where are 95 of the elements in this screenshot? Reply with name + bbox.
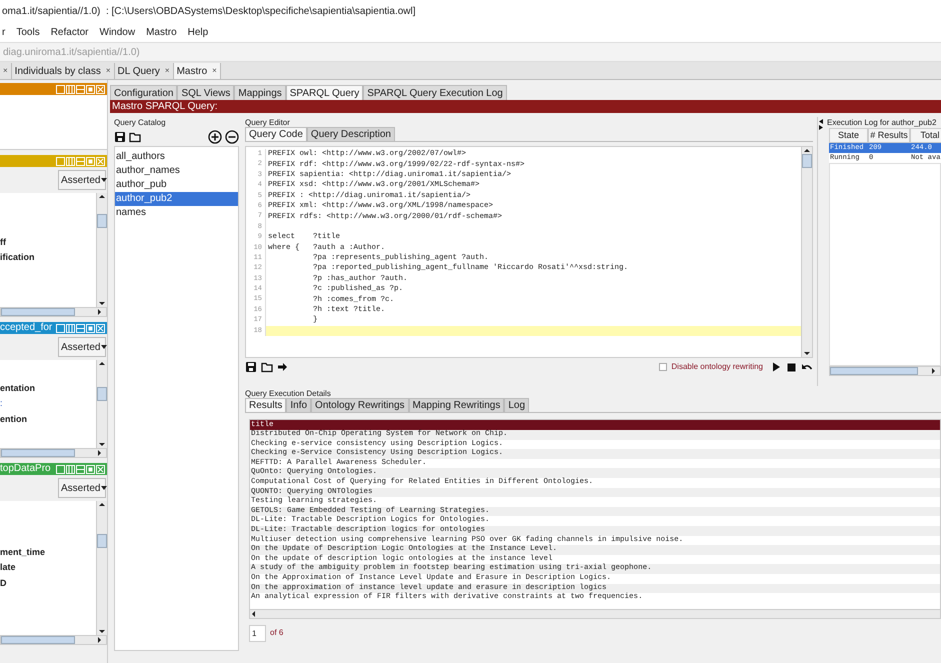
tab[interactable]: Configuration: [110, 85, 178, 100]
save-icon[interactable]: [245, 361, 257, 373]
scrollbar-thumb[interactable]: [97, 214, 107, 228]
run-arrow-icon[interactable]: [277, 361, 288, 373]
tab[interactable]: Info: [286, 398, 312, 412]
scroll-up-icon[interactable]: [98, 501, 106, 508]
tree-item[interactable]: ention: [0, 412, 96, 426]
scrollbar-thumb[interactable]: [830, 367, 918, 375]
panel-title: topDataPro: [0, 463, 52, 475]
dropdown-caret-icon[interactable]: [100, 343, 108, 351]
menu-item[interactable]: Help: [188, 24, 208, 40]
view-dropdown[interactable]: Asserted: [58, 170, 106, 190]
list-item[interactable]: all_authors: [115, 150, 238, 164]
tab[interactable]: Results: [245, 398, 286, 412]
tree-item[interactable]: late: [0, 561, 96, 575]
folder-icon[interactable]: [261, 361, 273, 373]
scrollbar-thumb[interactable]: [1, 308, 74, 316]
close-icon[interactable]: ×: [164, 65, 170, 77]
tree-item[interactable]: D: [0, 576, 96, 590]
close-icon[interactable]: ×: [106, 65, 110, 77]
tab[interactable]: SPARQL Query: [286, 85, 364, 100]
list-item[interactable]: author_pub2: [115, 192, 238, 206]
menu-item[interactable]: Tools: [16, 24, 40, 40]
splitter-arrows-icon[interactable]: [818, 119, 824, 130]
column-header[interactable]: # Results: [868, 128, 910, 143]
vertical-scrollbar[interactable]: [801, 147, 812, 357]
list-item[interactable]: author_names: [115, 164, 238, 178]
stop-icon[interactable]: [786, 362, 797, 372]
code-editor[interactable]: [245, 146, 813, 358]
tree-item[interactable]: entation: [0, 382, 96, 396]
close-icon[interactable]: ×: [3, 65, 8, 77]
panel-controls-icon[interactable]: [56, 464, 105, 474]
remove-icon[interactable]: [225, 130, 239, 144]
section-title: Query Catalog: [114, 117, 167, 128]
scroll-down-icon[interactable]: [803, 350, 811, 357]
tab[interactable]: Query Description: [306, 127, 395, 141]
section-title: Execution Log for author_pub2: [827, 117, 938, 128]
list-item[interactable]: author_pub: [115, 178, 238, 192]
page-total: of 6: [270, 627, 284, 640]
scroll-up-icon[interactable]: [98, 193, 106, 200]
panel-controls-icon[interactable]: [56, 324, 105, 332]
tree-item[interactable]: :: [0, 397, 96, 411]
vertical-scrollbar[interactable]: [96, 193, 107, 307]
tab-label: DL Query: [118, 64, 160, 78]
section-title: Query Editor: [245, 117, 291, 128]
tab[interactable]: Mastro ×: [174, 63, 221, 79]
view-dropdown[interactable]: Asserted: [58, 478, 106, 498]
vertical-scrollbar[interactable]: [96, 501, 107, 635]
tab[interactable]: Mappings: [234, 85, 286, 100]
menu-item[interactable]: Mastro: [146, 24, 177, 40]
menu-item[interactable]: Refactor: [50, 24, 88, 40]
checkbox[interactable]: [659, 363, 668, 371]
scroll-up-icon[interactable]: [98, 360, 106, 367]
tab[interactable]: Ontology Rewritings: [311, 398, 409, 412]
ontology-iri: diag.uniroma1.it/sapientia//1.0): [3, 46, 140, 60]
tree-item[interactable]: ff: [0, 236, 96, 249]
view-dropdown[interactable]: Asserted: [58, 337, 106, 357]
menu-item[interactable]: Window: [100, 24, 136, 40]
play-icon[interactable]: [771, 361, 782, 373]
tab[interactable]: Individuals by class ×: [12, 63, 114, 79]
section-title: Query Execution Details: [245, 388, 332, 399]
window-title: oma1.it/sapientia//1.0) : [C:\Users\OBDASystems\Desktop\specifiche\sapientia\sapientia.owl]: [2, 4, 416, 18]
close-icon[interactable]: ×: [212, 65, 217, 77]
tab-label: Mastro: [176, 64, 208, 78]
undo-icon[interactable]: [801, 362, 813, 372]
dropdown-caret-icon[interactable]: [100, 484, 108, 492]
tab-label: Individuals by class: [14, 64, 101, 78]
tab[interactable]: DL Query ×: [114, 63, 174, 79]
folder-icon[interactable]: [129, 131, 141, 143]
menu-item[interactable]: r: [2, 24, 6, 40]
scrollbar-thumb[interactable]: [1, 636, 74, 644]
scrollbar-thumb[interactable]: [97, 387, 107, 401]
vertical-scrollbar[interactable]: [96, 360, 107, 448]
save-icon[interactable]: [114, 131, 126, 143]
panel-title: ccepted_for: [0, 322, 54, 334]
scrollbar-thumb[interactable]: [97, 534, 107, 548]
column-header[interactable]: State: [829, 128, 868, 143]
scrollbar-thumb[interactable]: [1, 449, 74, 457]
scrollbar-thumb[interactable]: [802, 154, 812, 168]
column-header[interactable]: Total: [910, 128, 941, 143]
tab[interactable]: SPARQL Query Execution Log: [363, 85, 507, 100]
tree-item[interactable]: ification: [0, 251, 96, 264]
tree-item[interactable]: ment_time: [0, 546, 96, 560]
dropdown-caret-icon[interactable]: [100, 176, 108, 184]
tab[interactable]: Log: [504, 398, 530, 412]
checkbox-label[interactable]: Disable ontology rewriting: [671, 361, 763, 373]
tab[interactable]: Mapping Rewritings: [408, 398, 504, 412]
list-item[interactable]: names: [115, 206, 238, 220]
scroll-left-icon[interactable]: [250, 610, 258, 618]
panel-controls-icon[interactable]: [56, 84, 105, 94]
tab[interactable]: Query Code: [245, 127, 307, 141]
page-field[interactable]: 1: [249, 624, 266, 642]
add-icon[interactable]: [208, 130, 222, 144]
tab[interactable]: SQL Views: [177, 85, 234, 100]
banner-title: Mastro SPARQL Query:: [112, 100, 218, 113]
